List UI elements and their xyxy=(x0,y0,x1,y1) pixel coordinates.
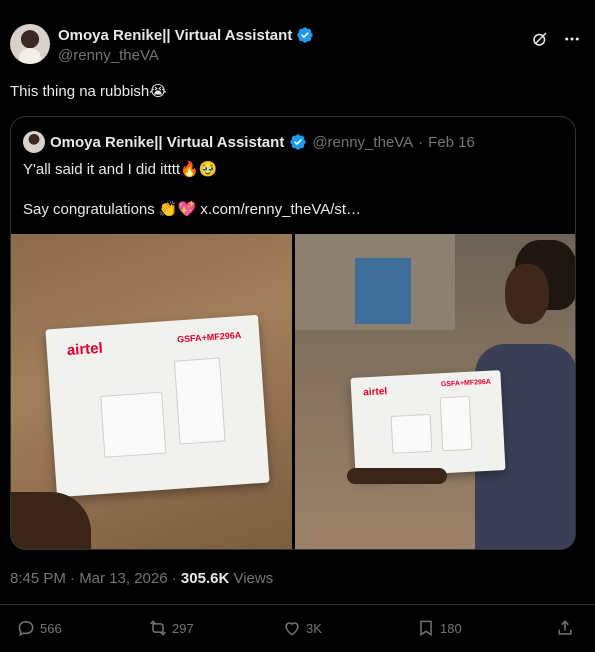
reply-icon xyxy=(18,620,34,637)
repost-count: 297 xyxy=(172,620,194,636)
quoted-text-line-1: Y'all said it and I did itttt🔥🥹 xyxy=(23,161,218,178)
quoted-separator: · xyxy=(418,133,424,151)
tweet-timestamp[interactable]: 8:45 PM · Mar 13, 2026 · xyxy=(10,570,181,587)
device-left xyxy=(100,391,167,458)
like-button[interactable]: 3K xyxy=(282,618,322,638)
like-count: 3K xyxy=(306,620,322,636)
quoted-author-handle: @renny_theVA xyxy=(312,133,414,151)
quoted-avatar xyxy=(23,131,45,153)
hand xyxy=(347,468,447,484)
box-brand: airtel xyxy=(66,339,104,360)
reply-button[interactable]: 566 xyxy=(16,618,62,638)
verified-badge-icon xyxy=(297,27,313,43)
views-count: 305.6K xyxy=(180,570,230,587)
share-button[interactable] xyxy=(555,618,575,638)
device-left xyxy=(390,413,433,454)
author-block: Omoya Renike|| Virtual Assistant @renny_… xyxy=(58,26,314,64)
quoted-tweet[interactable]: Omoya Renike|| Virtual Assistant @renny_… xyxy=(10,116,576,550)
like-icon xyxy=(285,622,299,636)
repost-button[interactable]: 297 xyxy=(148,618,194,638)
quoted-text-line-2: Say congratulations 👏💖 x.com/renny_theVA… xyxy=(23,201,362,218)
bookmark-count: 180 xyxy=(440,620,462,636)
quoted-header: Omoya Renike|| Virtual Assistant @renny_… xyxy=(23,131,475,153)
tweet-text: This thing na rubbish😭 xyxy=(10,83,167,100)
author-name[interactable]: Omoya Renike|| Virtual Assistant xyxy=(58,27,292,44)
device-right xyxy=(439,395,473,452)
avatar[interactable] xyxy=(10,24,50,64)
blue-door xyxy=(355,258,411,324)
device-right xyxy=(173,357,226,445)
author-name-row[interactable]: Omoya Renike|| Virtual Assistant xyxy=(58,26,314,44)
quoted-date: Feb 16 xyxy=(428,133,475,151)
grok-icon[interactable] xyxy=(531,30,549,48)
box-model: GSFA+MF296A xyxy=(440,378,492,389)
tweet-meta: 8:45 PM · Mar 13, 2026 · 305.6K Views xyxy=(10,570,273,587)
photo-right[interactable]: airtel GSFA+MF296A xyxy=(295,234,575,549)
bookmark-button[interactable]: 180 xyxy=(416,618,462,638)
views-label: Views xyxy=(229,570,274,587)
tweet-header: Omoya Renike|| Virtual Assistant @renny_… xyxy=(10,24,585,68)
verified-badge-icon xyxy=(290,134,306,150)
bookmark-icon xyxy=(420,620,432,637)
box-model: GSFA+MF296A xyxy=(176,329,242,345)
hand xyxy=(11,492,91,549)
more-icon[interactable] xyxy=(563,30,581,48)
header-icons xyxy=(531,30,581,48)
reply-count: 566 xyxy=(40,620,62,636)
person-face xyxy=(505,264,549,324)
box-brand: airtel xyxy=(362,386,388,399)
action-bar: 566 297 3K 180 xyxy=(16,618,575,642)
quoted-author-name: Omoya Renike|| Virtual Assistant xyxy=(50,133,285,151)
repost-icon xyxy=(149,620,167,636)
photo-left[interactable]: airtel GSFA+MF296A xyxy=(11,234,292,549)
router-box: airtel GSFA+MF296A xyxy=(45,314,270,498)
author-handle[interactable]: @renny_theVA xyxy=(58,47,314,64)
router-box: airtel GSFA+MF296A xyxy=(350,370,506,478)
share-icon xyxy=(558,620,572,635)
divider xyxy=(0,604,595,605)
